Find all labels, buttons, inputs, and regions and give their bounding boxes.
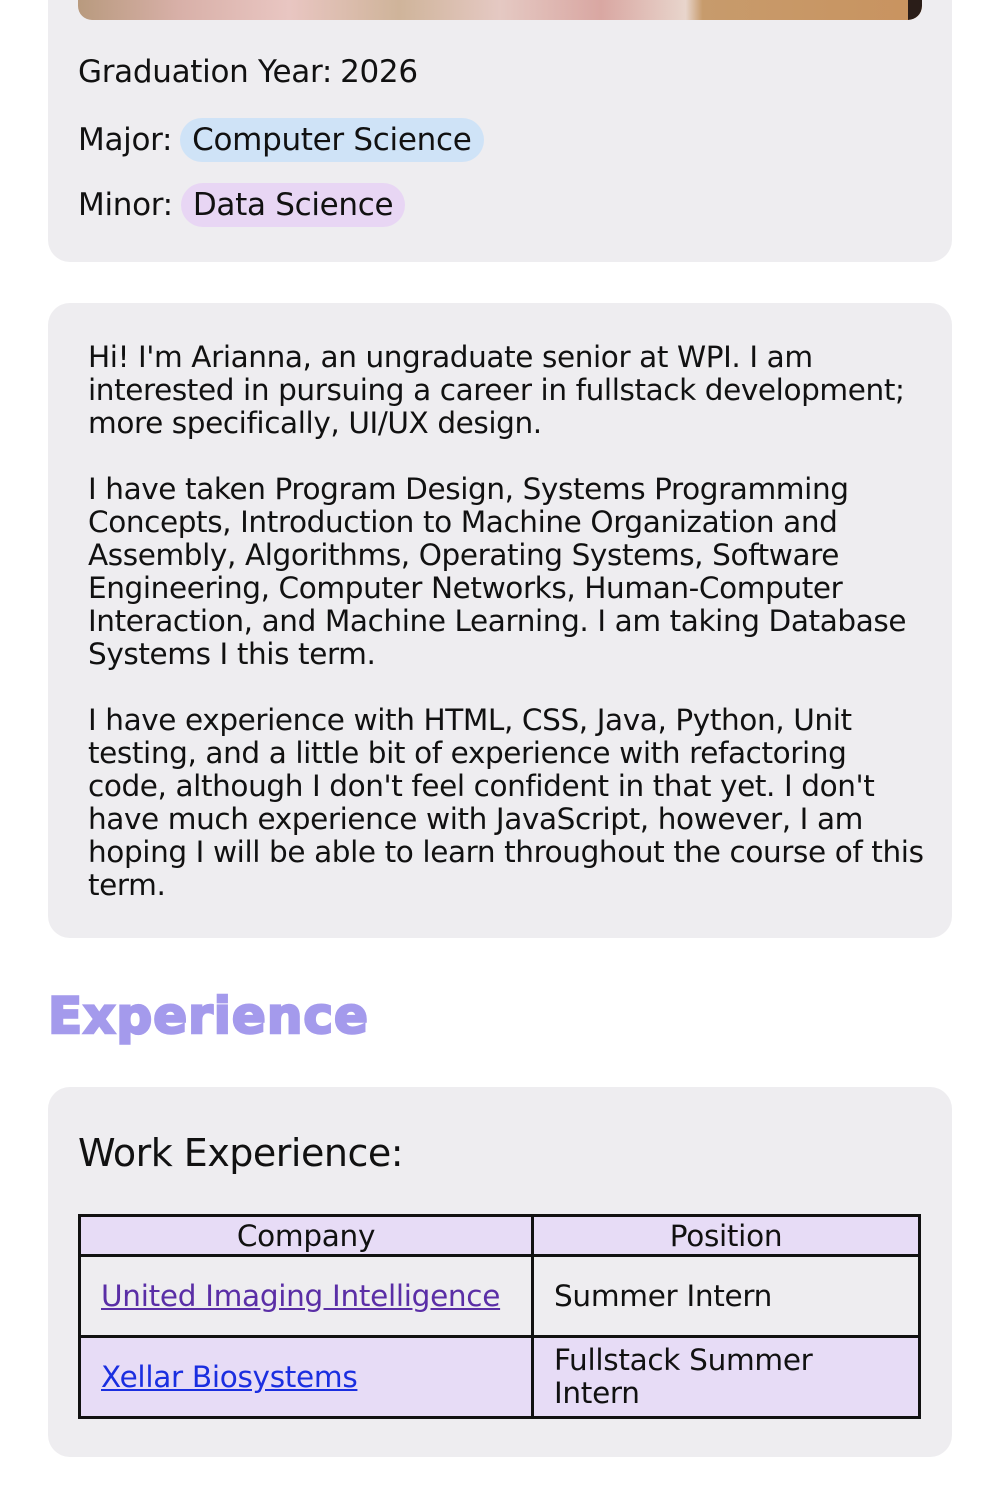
table-row: Xellar Biosystems Fullstack Summer Inter… (78, 1335, 921, 1419)
experience-heading: Experience (47, 986, 369, 1047)
profile-photo (78, 0, 922, 20)
company-link-xellar[interactable]: Xellar Biosystems (101, 1360, 358, 1394)
table-row: United Imaging Intelligence Summer Inter… (78, 1254, 921, 1338)
major-label: Major: (78, 122, 173, 158)
graduation-year-value: 2026 (340, 54, 418, 90)
bio-paragraph-intro: Hi! I'm Arianna, an ungraduate senior at… (88, 340, 905, 440)
minor-label: Minor: (78, 187, 173, 223)
work-experience-table: Company Position United Imaging Intellig… (78, 1214, 921, 1419)
major-row: Major: Computer Science (78, 118, 484, 162)
experience-card: Work Experience: Company Position United… (48, 1087, 952, 1457)
bio-card: Hi! I'm Arianna, an ungraduate senior at… (48, 303, 952, 938)
company-cell: Xellar Biosystems (78, 1335, 534, 1419)
company-link-united-imaging[interactable]: United Imaging Intelligence (101, 1279, 500, 1313)
graduation-year-row: Graduation Year: 2026 (78, 54, 418, 90)
minor-badge: Data Science (180, 183, 406, 227)
position-cell: Fullstack Summer Intern (531, 1335, 921, 1419)
position-cell: Summer Intern (531, 1254, 921, 1338)
minor-row: Minor: Data Science (78, 183, 406, 227)
column-header-company: Company (78, 1214, 534, 1257)
bio-paragraph-courses: I have taken Program Design, Systems Pro… (88, 472, 907, 671)
profile-card: Graduation Year: 2026 Major: Computer Sc… (48, 0, 952, 262)
graduation-year-label: Graduation Year: (78, 54, 333, 90)
major-badge: Computer Science (180, 118, 484, 162)
bio-paragraph-skills: I have experience with HTML, CSS, Java, … (88, 703, 924, 902)
work-experience-title: Work Experience: (78, 1131, 404, 1175)
table-header-row: Company Position (78, 1214, 921, 1257)
column-header-position: Position (531, 1214, 921, 1257)
bio-text: Hi! I'm Arianna, an ungraduate senior at… (88, 341, 928, 902)
company-cell: United Imaging Intelligence (78, 1254, 534, 1338)
